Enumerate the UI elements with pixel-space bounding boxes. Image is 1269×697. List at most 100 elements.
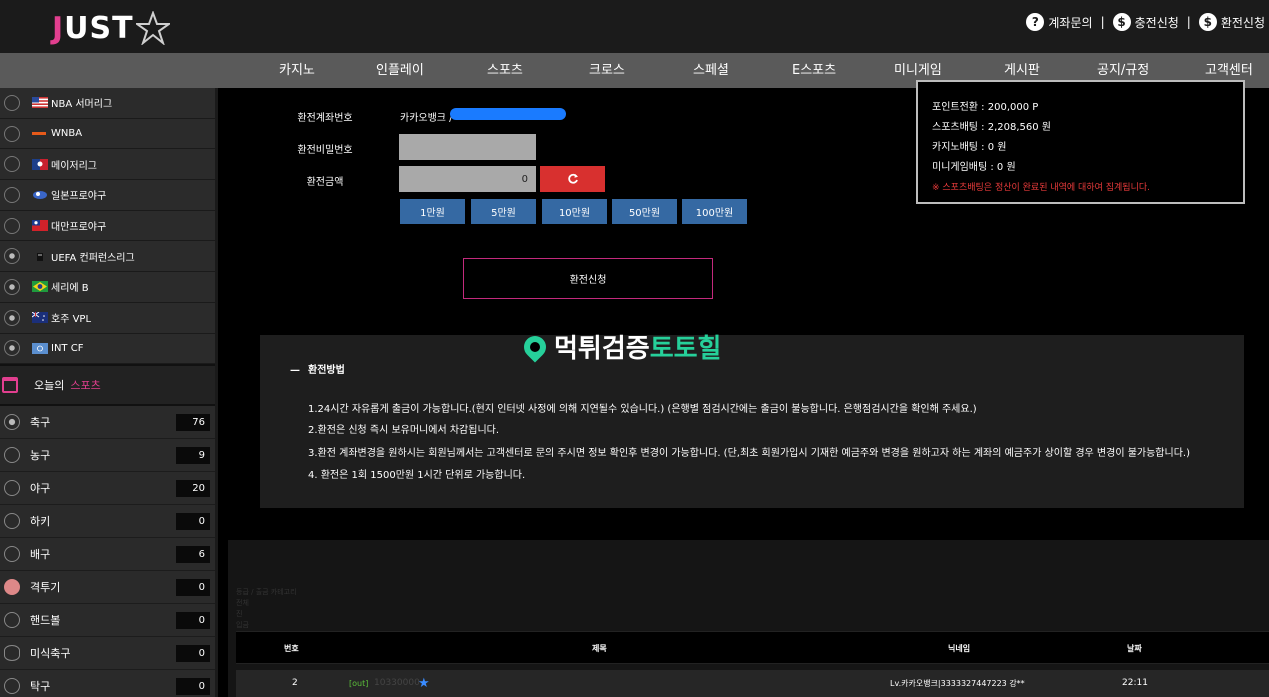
- sport-count: 0: [176, 512, 210, 530]
- star-logo-icon: [135, 11, 170, 45]
- password-input[interactable]: [399, 134, 536, 160]
- league-label: 일본프로야구: [51, 191, 107, 203]
- withdraw-request-link[interactable]: $ 환전신청: [1198, 13, 1265, 31]
- deposit-request-link[interactable]: $ 충전신청: [1112, 13, 1179, 31]
- sidebar-sport-martial-arts[interactable]: 격투기 0: [0, 571, 215, 605]
- row-no: 2: [292, 678, 298, 688]
- watermark: 먹튀검증 토토힐: [519, 328, 722, 365]
- password-label: 환전비밀번호: [297, 145, 353, 156]
- sidebar-sport-soccer[interactable]: 축구 76: [0, 406, 215, 440]
- brazil-flag-icon: [32, 281, 48, 293]
- today-highlight: 스포츠: [70, 379, 101, 393]
- nav-casino[interactable]: 카지노: [279, 53, 315, 88]
- basketball-icon: [4, 447, 20, 464]
- account-inquiry-label: 계좌문의: [1048, 15, 1093, 30]
- top-bar: JUST ? 계좌문의 | $ 충전신청 | $ 환전신청: [0, 0, 1269, 53]
- today-sports-header[interactable]: 오늘의 스포츠: [0, 364, 215, 407]
- wallet-icon: $: [1198, 13, 1217, 31]
- method-title-text: 환전방법: [308, 365, 345, 376]
- method-line-3: 3.환전 계좌변경을 원하시는 회원님께서는 고객센터로 문의 주시면 정보 확…: [308, 448, 1190, 459]
- sport-label: 배구: [30, 548, 51, 562]
- soccer-icon: [4, 309, 20, 326]
- sport-count: 0: [176, 677, 210, 695]
- hockey-icon: [4, 513, 20, 530]
- sidebar-sport-basketball[interactable]: 농구 9: [0, 439, 215, 473]
- minigame-betting: 미니게임배팅 : 0 원: [932, 162, 1016, 173]
- refresh-icon: [567, 173, 578, 184]
- league-label: 대만프로야구: [51, 222, 107, 234]
- nav-sports[interactable]: 스포츠: [487, 53, 523, 88]
- sport-count: 0: [176, 611, 210, 629]
- soccer-icon: [4, 340, 20, 357]
- watermark-part2: 토토힐: [649, 334, 722, 364]
- npb-logo-icon: [33, 191, 47, 200]
- sidebar-league-npb[interactable]: 일본프로야구: [0, 180, 215, 211]
- reset-amount-button[interactable]: [540, 166, 605, 192]
- sidebar-sport-hockey[interactable]: 하키 0: [0, 505, 215, 539]
- account-inquiry-link[interactable]: ? 계좌문의: [1026, 13, 1093, 31]
- uefa-logo-icon: [37, 252, 43, 261]
- amount-1m-button[interactable]: 100만원: [682, 199, 747, 224]
- sidebar-league-serie-b[interactable]: 세리에 B: [0, 272, 215, 303]
- sidebar-sport-baseball[interactable]: 야구 20: [0, 472, 215, 506]
- withdraw-panel: 환전계좌번호 카카오뱅크 / 환전비밀번호 환전금액 1만원 5만원 10만원 …: [228, 80, 1269, 540]
- board-sub-lines: 전체 진 입금: [236, 598, 249, 631]
- sidebar-league-int-cf[interactable]: INT CF: [0, 333, 215, 365]
- baseball-icon: [4, 186, 20, 203]
- deposit-request-label: 충전신청: [1134, 15, 1179, 30]
- sport-label: 핸드볼: [30, 614, 61, 628]
- site-logo[interactable]: JUST: [52, 8, 170, 48]
- amount-input[interactable]: [399, 166, 536, 192]
- soccer-icon: [4, 278, 20, 295]
- sport-label: 탁구: [30, 680, 51, 694]
- betting-summary-box: 포인트전환 : 200,000 P 스포츠배팅 : 2,208,560 원 카지…: [916, 80, 1245, 204]
- nav-esports[interactable]: E스포츠: [792, 53, 836, 88]
- sport-label: 하키: [30, 515, 51, 529]
- withdraw-submit-button[interactable]: 환전신청: [463, 258, 713, 299]
- sidebar-sport-handball[interactable]: 핸드볼 0: [0, 604, 215, 638]
- sidebar-sport-table-tennis[interactable]: 탁구 0: [0, 670, 215, 697]
- mlb-logo-icon: [32, 158, 48, 170]
- header-nickname: 닉네임: [948, 644, 971, 653]
- sidebar-league-australia-vpl[interactable]: 호주 VPL: [0, 302, 215, 334]
- account-value: 카카오뱅크 /: [400, 113, 453, 124]
- minus-icon: —: [290, 365, 300, 376]
- history-board: 등급 / 출금 카테고리 전체 진 입금 번호 제목 닉네임 날짜 2 [out…: [228, 540, 1269, 697]
- row-title: 10330000: [374, 678, 420, 688]
- calendar-icon: [2, 377, 18, 394]
- handball-icon: [4, 612, 20, 629]
- sidebar-league-wnba[interactable]: WNBA: [0, 118, 215, 150]
- watermark-part1: 먹튀검증: [554, 334, 650, 364]
- method-line-1: 1.24시간 자유롭게 출금이 가능합니다.(현지 인터넷 사정에 의해 지연될…: [308, 404, 977, 415]
- basketball-icon: [4, 94, 20, 111]
- league-label: WNBA: [51, 128, 83, 140]
- amount-50k-button[interactable]: 5만원: [471, 199, 536, 224]
- sidebar-sport-volleyball[interactable]: 배구 6: [0, 538, 215, 572]
- sidebar-league-mlb[interactable]: 메이저리그: [0, 149, 215, 181]
- table-header: 번호 제목 닉네임 날짜: [236, 631, 1269, 664]
- nav-cross[interactable]: 크로스: [589, 53, 625, 88]
- sidebar-league-nba-summer[interactable]: NBA 서머리그: [0, 88, 215, 119]
- method-line-2: 2.환전은 신청 즉시 보유머니에서 차감됩니다.: [308, 425, 500, 436]
- amount-100k-button[interactable]: 10만원: [542, 199, 607, 224]
- nav-special[interactable]: 스페셜: [693, 53, 729, 88]
- amount-500k-button[interactable]: 50만원: [612, 199, 677, 224]
- header-no: 번호: [284, 644, 299, 653]
- basketball-icon: [4, 125, 20, 142]
- breadcrumb: 등급 / 출금 카테고리: [236, 588, 297, 596]
- method-line-4: 4. 환전은 1회 1500만원 1시간 단위로 가능합니다.: [308, 470, 526, 481]
- sub-line: 진: [236, 610, 243, 618]
- withdraw-request-label: 환전신청: [1220, 15, 1265, 30]
- sidebar: NBA 서머리그 WNBA 메이저리그 일본프로야구 대만프로야구 UEFA 컨…: [0, 88, 218, 697]
- sport-label: 농구: [30, 449, 51, 463]
- nav-inplay[interactable]: 인플레이: [376, 53, 424, 88]
- amount-10k-button[interactable]: 1만원: [400, 199, 465, 224]
- coin-icon: $: [1112, 13, 1131, 31]
- settlement-warning: ※ 스포츠배팅은 정산이 완료된 내역에 대하여 집계됩니다.: [932, 183, 1151, 193]
- sidebar-league-cpbl[interactable]: 대만프로야구: [0, 210, 215, 242]
- table-row[interactable]: 2 [out] 10330000 ★ Lv.카카오뱅크|333332744722…: [236, 670, 1269, 697]
- sidebar-league-uefa-conference[interactable]: UEFA 컨퍼런스리그: [0, 241, 215, 273]
- logo-text: JUST: [52, 10, 134, 46]
- sidebar-sport-american-football[interactable]: 미식축구 0: [0, 637, 215, 671]
- league-label: 세리에 B: [51, 283, 89, 295]
